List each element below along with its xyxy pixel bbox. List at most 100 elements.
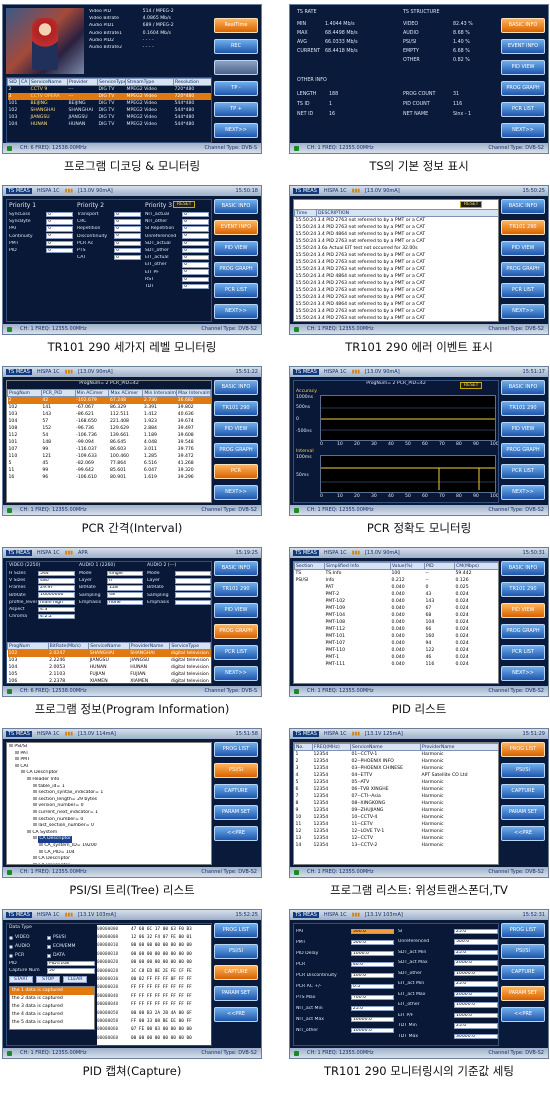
tree-node[interactable]: ⊟ CA Descriptor bbox=[9, 856, 209, 863]
captured-item[interactable]: the 2 data is captured bbox=[10, 995, 94, 1003]
tree-node[interactable]: ⊟ version_number= 0 bbox=[9, 803, 209, 810]
table-row[interactable]: 15:50:24 3.4 PID 2763 not referred to by … bbox=[295, 280, 499, 287]
menu-button-pcr-list[interactable]: PCR LIST bbox=[501, 645, 545, 660]
menu-button-blank[interactable] bbox=[214, 60, 258, 75]
table-row[interactable]: 105 2.1103 FUJIAN FUJIAN digital television bbox=[8, 671, 211, 678]
menu-button-param-set[interactable]: PARAM SET bbox=[214, 986, 258, 1001]
menu-button-tr101-290[interactable]: TR101 290 bbox=[214, 401, 258, 416]
menu-button-prog-graph[interactable]: PROG GRAPH bbox=[214, 262, 258, 277]
table-row[interactable]: PSI/SI Info 0.212 -- 0.126 bbox=[295, 577, 499, 584]
table-row[interactable]: 15:50:24 3.4 PID 2763 not referred to by … bbox=[295, 238, 499, 245]
menu-button-psi-si[interactable]: PSI/SI bbox=[501, 763, 545, 778]
menu-button-next[interactable]: NEXT>> bbox=[501, 304, 545, 319]
table-row[interactable]: PMT-102 0.040 143 0.024 bbox=[295, 598, 499, 605]
table-row[interactable]: PAT 0.040 0 0.025 bbox=[295, 584, 499, 591]
menu-button-next[interactable]: NEXT>> bbox=[214, 485, 258, 500]
tree-node[interactable]: ⊟ CAT bbox=[9, 764, 209, 771]
menu-button-tp[interactable]: TP - bbox=[214, 81, 258, 96]
table-row[interactable]: 103 143 -86.621 112.511 1.412 40.636 bbox=[8, 411, 211, 418]
table-row[interactable]: PMT-104 0.040 68 0.024 bbox=[295, 612, 499, 619]
table-row[interactable]: 107 99 -116.037 86.603 3.011 39.776 bbox=[8, 446, 211, 453]
menu-button-psi-si[interactable]: PSI/SI bbox=[214, 763, 258, 778]
menu-button-pid-view[interactable]: PID VIEW bbox=[501, 241, 545, 256]
menu-button-pcr-list[interactable]: PCR LIST bbox=[501, 464, 545, 479]
threshold-input[interactable]: 0.5 bbox=[350, 983, 394, 990]
table-row[interactable]: 112 54 -106.736 139.661 1.189 39.608 bbox=[8, 432, 211, 439]
table-row[interactable]: 5 12354 05--ATV Harmonic bbox=[295, 779, 499, 786]
table-row[interactable]: 11 12354 11--CETV Harmonic bbox=[295, 821, 499, 828]
captured-item[interactable]: the 1 data is captured bbox=[10, 987, 94, 996]
threshold-input[interactable]: 10000.0 bbox=[454, 970, 498, 976]
capture-num-input[interactable]: 50 bbox=[46, 968, 95, 974]
table-row[interactable]: 3 12354 03--PHOENIX CHINESE Harmonic bbox=[295, 765, 499, 772]
tree-node[interactable]: ⊟ last_section_number= 0 bbox=[9, 823, 209, 830]
menu-button-prog-graph[interactable]: PROG GRAPH bbox=[214, 443, 258, 458]
menu-button-basic-info[interactable]: BASIC INFO bbox=[501, 199, 545, 214]
menu-button-basic-info[interactable]: BASIC INFO bbox=[214, 199, 258, 214]
table-row[interactable]: 106 2.2378 XIAMEN XIAMEN digital television bbox=[8, 678, 211, 684]
menu-button-capture[interactable]: CAPTURE bbox=[501, 784, 545, 799]
table-row[interactable]: 104 2.0053 HUNAN HUNAN digital television bbox=[8, 664, 211, 671]
threshold-input[interactable]: 25.0 bbox=[350, 1005, 394, 1012]
menu-button-pcr-list[interactable]: PCR LIST bbox=[501, 283, 545, 298]
menu-button-tr101-290[interactable]: TR101 290 bbox=[501, 220, 545, 235]
menu-button-param-set[interactable]: PARAM SET bbox=[214, 805, 258, 820]
table-row[interactable]: 102 141 -67.067 86.329 3.391 39.802 bbox=[8, 404, 211, 411]
table-row[interactable]: 6 12354 06--TVB XINGHE Harmonic bbox=[295, 786, 499, 793]
table-row[interactable]: TS TS.Info 100 -- 59.442 bbox=[295, 570, 499, 577]
threshold-input[interactable]: 1000.0 bbox=[454, 1012, 498, 1018]
pid-input[interactable]: PID=108 bbox=[46, 960, 95, 967]
table-row[interactable]: 11 99 -99.642 85.601 6.047 39.320 bbox=[8, 467, 211, 474]
table-row[interactable]: PMT-110 0.040 122 0.024 bbox=[295, 647, 499, 654]
table-row[interactable]: 3 CCTV OPERA --- DIG TV MPEG2 Video 720*480 bbox=[7, 92, 211, 100]
menu-button-param-set[interactable]: PARAM SET bbox=[501, 986, 545, 1001]
threshold-input[interactable]: 10000.0 bbox=[350, 1016, 394, 1023]
table-row[interactable]: 15:50:24 3.4 PID 4864 not referred to by … bbox=[295, 273, 499, 280]
menu-button-capture[interactable]: CAPTURE bbox=[501, 965, 545, 980]
table-row[interactable]: 15:50:24 3.4 PID 2763 not referred to by … bbox=[295, 315, 499, 322]
menu-button-prog-graph[interactable]: PROG GRAPH bbox=[501, 624, 545, 639]
menu-button-pcr-list[interactable]: PCR LIST bbox=[214, 283, 258, 298]
table-row[interactable]: 15:50:24 3.4 PID 2763 not referred to by … bbox=[295, 294, 499, 301]
tree-node[interactable]: ⊟ CA Descriptor bbox=[9, 836, 209, 843]
captured-item[interactable]: the 4 data is captured bbox=[10, 1011, 94, 1019]
table-row[interactable]: 7 12354 07--CTI--Asia Harmonic bbox=[295, 793, 499, 800]
tree-node[interactable]: ⊟ CA System bbox=[9, 830, 209, 837]
menu-button-next[interactable]: NEXT>> bbox=[501, 123, 545, 138]
menu-button-tr101-290[interactable]: TR101 290 bbox=[501, 582, 545, 597]
reset-button[interactable]: RESET bbox=[460, 201, 483, 208]
tree-node[interactable]: ⊟ PSI/SI bbox=[9, 744, 209, 751]
menu-button-realtime[interactable]: RealTime bbox=[214, 18, 258, 33]
menu-button-next[interactable]: NEXT>> bbox=[501, 666, 545, 681]
tree-node[interactable]: ⊟ section_number= 0 bbox=[9, 817, 209, 824]
menu-button-pid-view[interactable]: PID VIEW bbox=[214, 422, 258, 437]
menu-button-basic-info[interactable]: BASIC INFO bbox=[214, 380, 258, 395]
table-row[interactable]: 102 SHANGHAI SHANGHAI DIG TV MPEG2 Video 544*… bbox=[8, 107, 212, 114]
menu-button-pre[interactable]: <<PRE bbox=[214, 826, 258, 841]
tree-node[interactable]: ⊟ CA Descriptor bbox=[9, 863, 209, 864]
menu-button-pid-view[interactable]: PID VIEW bbox=[501, 60, 545, 75]
menu-button-prog-graph[interactable]: PROG GRAPH bbox=[501, 443, 545, 458]
menu-button-pre[interactable]: <<PRE bbox=[501, 1007, 545, 1022]
menu-button-pcr[interactable]: PCR bbox=[214, 464, 258, 479]
tree-node[interactable]: ⊟ section_length= 29 bytes bbox=[9, 797, 209, 804]
table-row[interactable]: 9 12354 09--ZHUJIANG Harmonic bbox=[295, 807, 499, 814]
table-row[interactable]: 15:50:24 3.6a Actual EIT test not occurre… bbox=[295, 245, 499, 252]
menu-button-rec[interactable]: REC bbox=[214, 39, 258, 54]
table-row[interactable]: 15:50:24 3.4 PID 2763 not referred to by … bbox=[295, 259, 499, 266]
menu-button-tp[interactable]: TP + bbox=[214, 102, 258, 117]
menu-button-prog-graph[interactable]: PROG GRAPH bbox=[501, 262, 545, 277]
menu-button-capture[interactable]: CAPTURE bbox=[214, 784, 258, 799]
menu-button-pid-view[interactable]: PID VIEW bbox=[501, 603, 545, 618]
tree-node[interactable]: ⊟ CA_system_ID= 19200 bbox=[9, 843, 209, 850]
menu-button-param-set[interactable]: PARAM SET bbox=[501, 805, 545, 820]
tree-node[interactable]: ⊟ section_syntax_indicator= 1 bbox=[9, 790, 209, 797]
menu-button-psi-si[interactable]: PSI/SI bbox=[214, 944, 258, 959]
threshold-input[interactable]: 40.0 bbox=[350, 961, 394, 968]
threshold-input[interactable]: 25.0 bbox=[454, 1023, 498, 1029]
menu-button-tr101-290[interactable]: TR101 290 bbox=[214, 582, 258, 597]
threshold-input[interactable]: 2000.0 bbox=[454, 960, 498, 966]
stop-button[interactable]: STOP bbox=[36, 976, 60, 984]
table-row[interactable]: PMT-2 0.040 43 0.024 bbox=[295, 591, 499, 598]
radio-button[interactable] bbox=[9, 944, 13, 949]
